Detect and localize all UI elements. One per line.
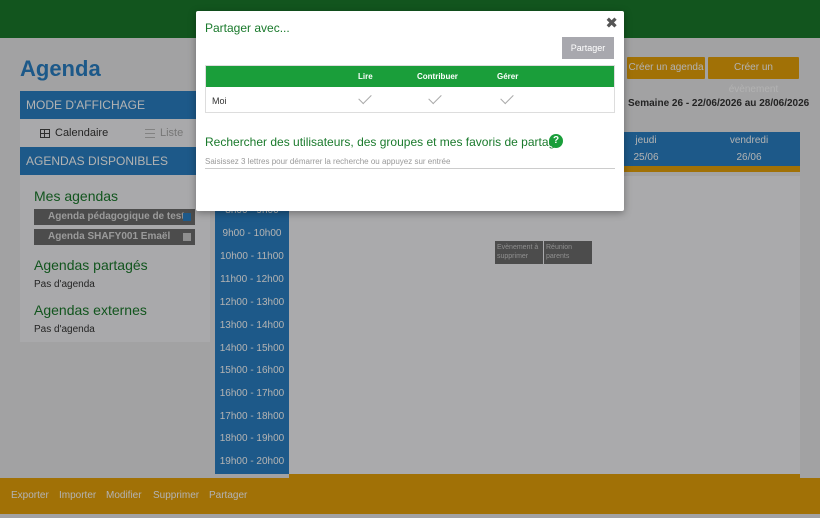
column-manage: Gérer <box>497 72 519 81</box>
share-button[interactable]: Partager <box>562 37 614 59</box>
share-modal: Partager avec... ✖ Partager Lire Contrib… <box>196 11 624 211</box>
share-row-user: Moi <box>212 96 227 106</box>
share-rights-table: Lire Contribuer Gérer Moi <box>205 65 615 113</box>
help-icon[interactable]: ? <box>549 134 563 148</box>
read-check-icon[interactable] <box>358 90 372 105</box>
search-title: Rechercher des utilisateurs, des groupes… <box>205 135 562 149</box>
close-icon[interactable]: ✖ <box>605 14 618 32</box>
column-read: Lire <box>358 72 373 81</box>
share-search-input[interactable] <box>205 154 615 169</box>
manage-check-icon[interactable] <box>500 90 514 105</box>
modal-title: Partager avec... <box>205 21 290 35</box>
share-table-header: Lire Contribuer Gérer <box>206 66 614 87</box>
contribute-check-icon[interactable] <box>428 90 442 105</box>
column-contribute: Contribuer <box>417 72 458 81</box>
